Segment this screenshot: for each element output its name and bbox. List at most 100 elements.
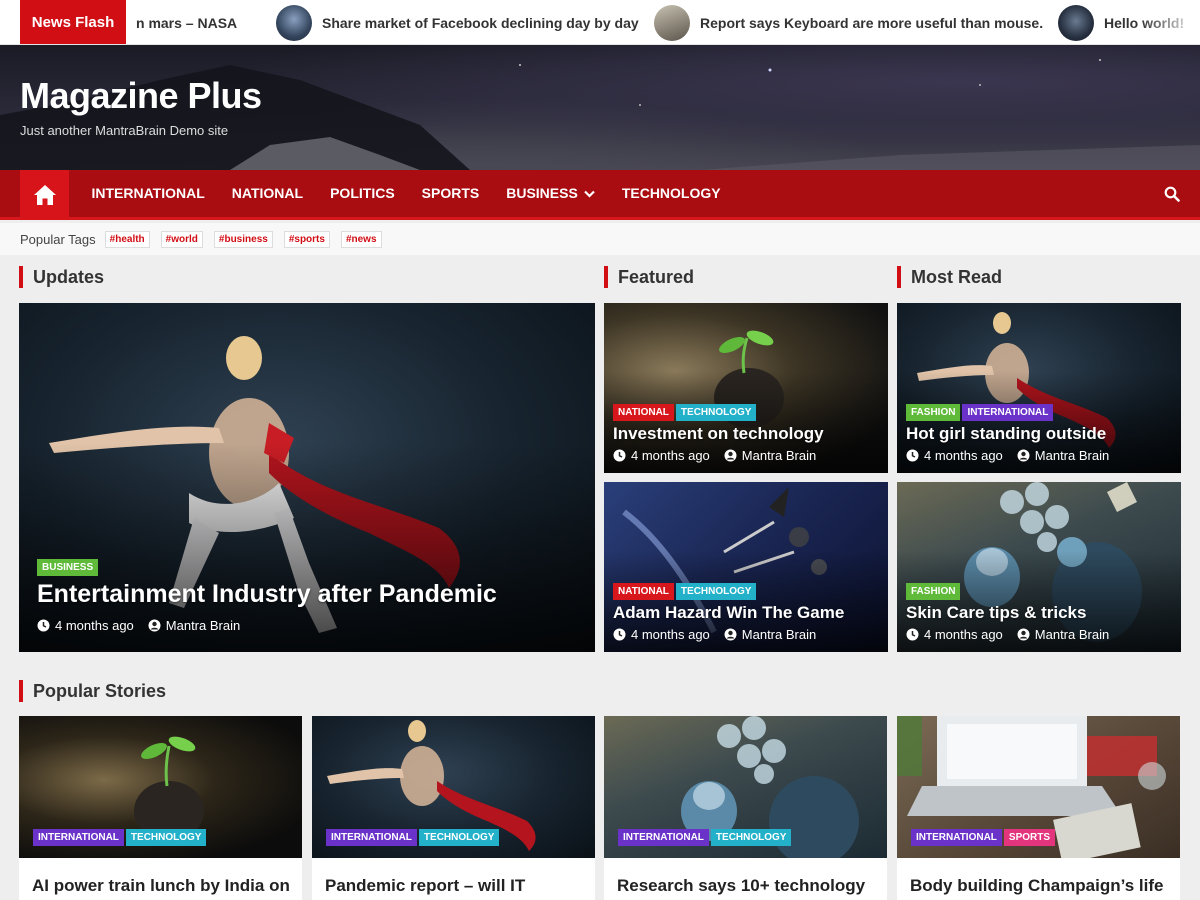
nav-item-sports[interactable]: SPORTS <box>408 170 493 217</box>
post-author[interactable]: Mantra Brain <box>1017 448 1109 463</box>
ticker-item[interactable]: n mars – NASA <box>136 0 238 44</box>
article-image: INTERNATIONAL TECHNOLOGY <box>312 716 595 858</box>
tag-link[interactable]: #news <box>340 230 382 248</box>
article-meta: 4 months ago Mantra Brain <box>613 627 830 642</box>
search-button[interactable] <box>1140 170 1180 217</box>
article-title[interactable]: Skin Care tips & tricks <box>906 603 1086 623</box>
post-date: 4 months ago <box>906 627 1003 642</box>
site-header: Magazine Plus Just another MantraBrain D… <box>0 45 1200 170</box>
nav-item-label: INTERNATIONAL <box>91 185 205 201</box>
user-icon <box>724 449 737 462</box>
category-list: FASHION INTERNATIONAL <box>906 404 1055 421</box>
nav-item-national[interactable]: NATIONAL <box>218 170 316 217</box>
post-author[interactable]: Mantra Brain <box>1017 627 1109 642</box>
article-meta: 4 months ago Mantra Brain <box>613 448 830 463</box>
ticker-item[interactable]: Report says Keyboard are more useful tha… <box>654 0 1044 44</box>
category-list: INTERNATIONAL TECHNOLOGY <box>618 829 793 846</box>
section-heading-updates: Updates <box>19 266 104 288</box>
ticker-thumbnail <box>1058 4 1094 41</box>
category-badge[interactable]: TECHNOLOGY <box>418 829 500 846</box>
article-title[interactable]: Body building Champaign’s life <box>910 874 1170 898</box>
ticker-item-title: Report says Keyboard are more useful tha… <box>700 14 1044 31</box>
most-read-card[interactable]: FASHION Skin Care tips & tricks 4 months… <box>897 482 1181 652</box>
popular-story-card[interactable]: INTERNATIONAL SPORTS Body building Champ… <box>897 716 1180 900</box>
category-list: INTERNATIONAL TECHNOLOGY <box>33 829 208 846</box>
article-title[interactable]: Adam Hazard Win The Game <box>613 603 844 623</box>
tag-link[interactable]: #sports <box>283 230 330 248</box>
article-title[interactable]: Research says 10+ technology <box>617 874 877 898</box>
home-button[interactable] <box>20 170 69 220</box>
popular-tags-bar: Popular Tags #health #world #business #s… <box>0 223 1200 255</box>
popular-story-card[interactable]: INTERNATIONAL TECHNOLOGY Pandemic report… <box>312 716 595 900</box>
article-title[interactable]: Entertainment Industry after Pandemic <box>37 580 577 609</box>
search-icon <box>1164 186 1180 202</box>
nav-item-technology[interactable]: TECHNOLOGY <box>608 170 734 217</box>
nav-item-business[interactable]: BUSINESS <box>493 170 609 217</box>
post-author-text: Mantra Brain <box>741 448 817 463</box>
category-badge[interactable]: INTERNATIONAL <box>911 829 1002 846</box>
article-title[interactable]: Investment on technology <box>613 424 824 444</box>
popular-tags-label: Popular Tags <box>20 231 96 247</box>
user-icon <box>148 619 161 632</box>
article-meta: 4 months ago Mantra Brain <box>906 627 1123 642</box>
category-badge[interactable]: FASHION <box>906 583 961 600</box>
category-list: NATIONAL TECHNOLOGY <box>613 404 758 421</box>
category-badge[interactable]: NATIONAL <box>613 404 674 421</box>
category-badge[interactable]: FASHION <box>906 404 961 421</box>
category-badge[interactable]: INTERNATIONAL <box>962 404 1054 421</box>
nav-item-politics[interactable]: POLITICS <box>317 170 409 217</box>
popular-story-card[interactable]: INTERNATIONAL TECHNOLOGY AI power train … <box>19 716 302 900</box>
tag-link[interactable]: #health <box>104 230 150 248</box>
ticker-item-title: Share market of Facebook declining day b… <box>322 14 639 31</box>
post-date: 4 months ago <box>906 448 1003 463</box>
nav-item-label: BUSINESS <box>506 185 578 201</box>
popular-story-card[interactable]: INTERNATIONAL TECHNOLOGY Research says 1… <box>604 716 887 900</box>
tag-link[interactable]: #world <box>160 230 203 248</box>
most-read-card[interactable]: FASHION INTERNATIONAL Hot girl standing … <box>897 303 1181 473</box>
category-badge[interactable]: NATIONAL <box>613 583 674 600</box>
nav-item-international[interactable]: INTERNATIONAL <box>78 170 218 217</box>
user-icon <box>724 628 737 641</box>
article-meta: 4 months ago Mantra Brain <box>37 618 254 633</box>
section-heading-featured: Featured <box>604 266 694 288</box>
nav-item-label: POLITICS <box>330 185 395 201</box>
post-date-text: 4 months ago <box>631 448 710 463</box>
category-badge[interactable]: INTERNATIONAL <box>618 829 709 846</box>
category-badge[interactable]: TECHNOLOGY <box>125 829 207 846</box>
section-heading-popular-stories: Popular Stories <box>19 680 166 702</box>
featured-card[interactable]: NATIONAL TECHNOLOGY Investment on techno… <box>604 303 888 473</box>
category-list: BUSINESS <box>37 559 100 576</box>
ticker-item-title: n mars – NASA <box>136 14 238 31</box>
article-title[interactable]: Hot girl standing outside <box>906 424 1106 444</box>
category-badge[interactable]: TECHNOLOGY <box>675 583 757 600</box>
post-date: 4 months ago <box>37 618 134 633</box>
clock-icon <box>906 449 919 462</box>
post-author[interactable]: Mantra Brain <box>724 627 816 642</box>
chevron-down-icon <box>584 190 595 198</box>
ticker-thumbnail <box>654 4 690 41</box>
tag-link[interactable]: #business <box>213 230 273 248</box>
main-navigation: INTERNATIONAL NATIONAL POLITICS SPORTS B… <box>0 170 1200 220</box>
user-icon <box>1017 449 1030 462</box>
ticker-item[interactable]: Share market of Facebook declining day b… <box>276 0 639 44</box>
article-title[interactable]: AI power train lunch by India on <box>32 874 292 898</box>
updates-card[interactable]: BUSINESS Entertainment Industry after Pa… <box>19 303 595 652</box>
category-badge[interactable]: INTERNATIONAL <box>33 829 124 846</box>
category-badge[interactable]: BUSINESS <box>37 559 99 576</box>
category-badge[interactable]: SPORTS <box>1003 829 1056 846</box>
post-date-text: 4 months ago <box>55 618 134 633</box>
category-badge[interactable]: TECHNOLOGY <box>675 404 757 421</box>
post-author[interactable]: Mantra Brain <box>724 448 816 463</box>
featured-card[interactable]: NATIONAL TECHNOLOGY Adam Hazard Win The … <box>604 482 888 652</box>
section-heading-most-read: Most Read <box>897 266 1002 288</box>
category-badge[interactable]: INTERNATIONAL <box>326 829 417 846</box>
nav-menu: INTERNATIONAL NATIONAL POLITICS SPORTS B… <box>78 170 734 217</box>
category-badge[interactable]: TECHNOLOGY <box>710 829 792 846</box>
clock-icon <box>613 449 626 462</box>
post-author-text: Mantra Brain <box>1034 448 1110 463</box>
post-author[interactable]: Mantra Brain <box>148 618 240 633</box>
article-title[interactable]: Pandemic report – will IT <box>325 874 585 898</box>
site-title[interactable]: Magazine Plus <box>20 75 262 117</box>
site-description: Just another MantraBrain Demo site <box>20 123 229 138</box>
post-date-text: 4 months ago <box>631 627 710 642</box>
